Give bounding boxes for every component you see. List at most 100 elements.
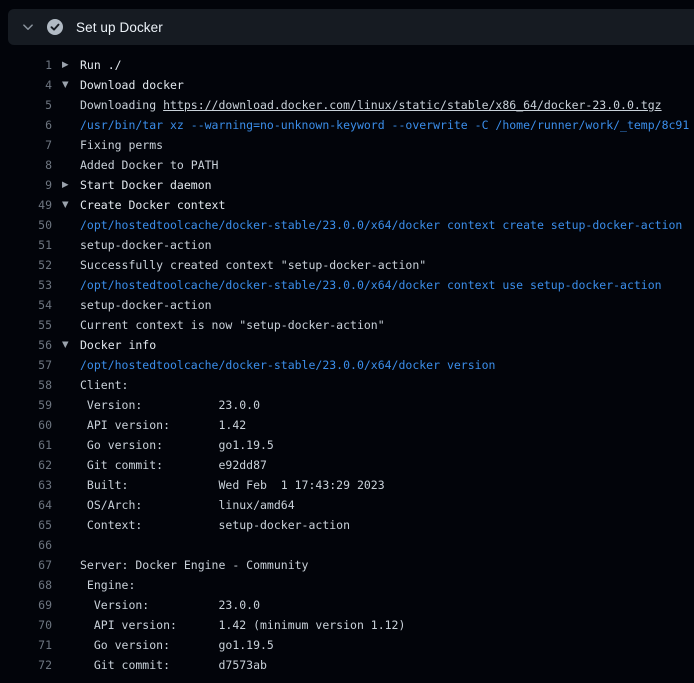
log-line: 59 Version: 23.0.0 (0, 395, 694, 415)
marker-spacer (62, 235, 80, 255)
log-line: 63 Built: Wed Feb 1 17:43:29 2023 (0, 475, 694, 495)
step-header[interactable]: Set up Docker (8, 9, 694, 45)
log-line: 6/usr/bin/tar xz --warning=no-unknown-ke… (0, 115, 694, 135)
plain-text: Client: (80, 378, 128, 392)
log-text: Start Docker daemon (80, 175, 212, 195)
marker-spacer (62, 635, 80, 655)
line-number[interactable]: 6 (0, 115, 52, 135)
line-number[interactable]: 52 (0, 255, 52, 275)
marker-spacer (62, 155, 80, 175)
chevron-down-icon[interactable] (17, 16, 39, 38)
log-line: 67 Server: Docker Engine - Community (0, 555, 694, 575)
line-number[interactable]: 60 (0, 415, 52, 435)
marker-spacer (62, 475, 80, 495)
log-line: 52 Successfully created context "setup-do… (0, 255, 694, 275)
log-line: 7Fixing perms (0, 135, 694, 155)
line-number[interactable]: 58 (0, 375, 52, 395)
log-text: setup-docker-action (80, 295, 212, 315)
line-number[interactable]: 5 (0, 95, 52, 115)
plain-text: Create Docker context (80, 198, 225, 212)
marker-spacer (62, 595, 80, 615)
line-number[interactable]: 54 (0, 295, 52, 315)
plain-text: Added Docker to PATH (80, 158, 218, 172)
triangle-expanded-icon[interactable]: ▼ (62, 335, 80, 355)
line-number[interactable]: 8 (0, 155, 52, 175)
log-line: 54 setup-docker-action (0, 295, 694, 315)
plain-text: Successfully created context "setup-dock… (80, 258, 426, 272)
line-number[interactable]: 7 (0, 135, 52, 155)
log-text: /opt/hostedtoolcache/docker-stable/23.0.… (80, 275, 662, 295)
triangle-expanded-icon[interactable]: ▼ (62, 195, 80, 215)
log-line: 8 Added Docker to PATH (0, 155, 694, 175)
log-line: 61 Go version: go1.19.5 (0, 435, 694, 455)
log-group-line[interactable]: 4 ▼Download docker (0, 75, 694, 95)
log-line: 62 Git commit: e92dd87 (0, 455, 694, 475)
command-text: /usr/bin/tar xz --warning=no-unknown-key… (80, 118, 689, 132)
line-number[interactable]: 50 (0, 215, 52, 235)
line-number[interactable]: 9 (0, 175, 52, 195)
log-text: Git commit: d7573ab (80, 655, 267, 675)
plain-text: Start Docker daemon (80, 178, 212, 192)
line-number[interactable]: 66 (0, 535, 52, 555)
line-number[interactable]: 64 (0, 495, 52, 515)
log-text: API version: 1.42 (minimum version 1.12) (80, 615, 405, 635)
plain-text: Context: setup-docker-action (80, 518, 350, 532)
log-line: 68 Engine: (0, 575, 694, 595)
line-number[interactable]: 72 (0, 655, 52, 675)
log-lines-container: 1▶Run ./4▼Download docker5Downloading ht… (0, 55, 694, 675)
line-number[interactable]: 61 (0, 435, 52, 455)
log-group-line[interactable]: 9 ▶Start Docker daemon (0, 175, 694, 195)
log-link[interactable]: https://download.docker.com/linux/static… (163, 98, 662, 112)
log-text: Downloading https://download.docker.com/… (80, 95, 662, 115)
line-number[interactable]: 62 (0, 455, 52, 475)
line-number[interactable]: 57 (0, 355, 52, 375)
log-line: 51setup-docker-action (0, 235, 694, 255)
plain-text: Server: Docker Engine - Community (80, 558, 308, 572)
log-text: Successfully created context "setup-dock… (80, 255, 426, 275)
log-line: 53/opt/hostedtoolcache/docker-stable/23.… (0, 275, 694, 295)
line-number[interactable]: 56 (0, 335, 52, 355)
line-number[interactable]: 1 (0, 55, 52, 75)
plain-text: API version: 1.42 (minimum version 1.12) (80, 618, 405, 632)
log-line: 66 (0, 535, 694, 555)
check-circle-icon (47, 19, 63, 35)
log-line: 71 Go version: go1.19.5 (0, 635, 694, 655)
line-number[interactable]: 49 (0, 195, 52, 215)
line-number[interactable]: 68 (0, 575, 52, 595)
marker-spacer (62, 115, 80, 135)
plain-text: OS/Arch: linux/amd64 (80, 498, 295, 512)
log-text: Built: Wed Feb 1 17:43:29 2023 (80, 475, 385, 495)
line-number[interactable]: 65 (0, 515, 52, 535)
log-text: Go version: go1.19.5 (80, 635, 274, 655)
command-text: /opt/hostedtoolcache/docker-stable/23.0.… (80, 358, 495, 372)
plain-text: Git commit: d7573ab (80, 658, 267, 672)
marker-spacer (62, 575, 80, 595)
line-number[interactable]: 67 (0, 555, 52, 575)
plain-text: Engine: (80, 578, 135, 592)
log-group-line[interactable]: 1▶Run ./ (0, 55, 694, 75)
line-number[interactable]: 51 (0, 235, 52, 255)
log-line: 57/opt/hostedtoolcache/docker-stable/23.… (0, 355, 694, 375)
log-line: 55 Current context is now "setup-docker-a… (0, 315, 694, 335)
line-number[interactable]: 59 (0, 395, 52, 415)
line-number[interactable]: 69 (0, 595, 52, 615)
line-number[interactable]: 53 (0, 275, 52, 295)
triangle-collapsed-icon[interactable]: ▶ (62, 55, 80, 75)
triangle-collapsed-icon[interactable]: ▶ (62, 175, 80, 195)
plain-text: Git commit: e92dd87 (80, 458, 267, 472)
marker-spacer (62, 375, 80, 395)
marker-spacer (62, 355, 80, 375)
log-group-line[interactable]: 49 ▼Create Docker context (0, 195, 694, 215)
marker-spacer (62, 555, 80, 575)
log-group-line[interactable]: 56▼Docker info (0, 335, 694, 355)
line-number[interactable]: 63 (0, 475, 52, 495)
log-line: 65 Context: setup-docker-action (0, 515, 694, 535)
line-number[interactable]: 4 (0, 75, 52, 95)
line-number[interactable]: 70 (0, 615, 52, 635)
line-number[interactable]: 71 (0, 635, 52, 655)
log-line: 58 Client: (0, 375, 694, 395)
log-text: Current context is now "setup-docker-act… (80, 315, 385, 335)
plain-text: Download docker (80, 78, 184, 92)
line-number[interactable]: 55 (0, 315, 52, 335)
triangle-expanded-icon[interactable]: ▼ (62, 75, 80, 95)
